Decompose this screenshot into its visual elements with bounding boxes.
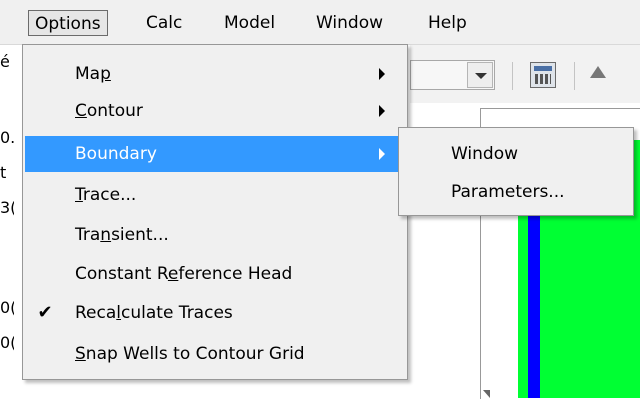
left-fragment: é	[0, 52, 10, 71]
left-fragment: 0(	[0, 298, 14, 317]
submenu-item-parameters[interactable]: Parameters...	[401, 174, 631, 210]
menu-model[interactable]: Model	[218, 10, 281, 36]
menu-item-recalculate-traces[interactable]: ✔ Recalculate Traces	[25, 295, 405, 331]
menu-item-label: Transient...	[75, 225, 169, 245]
menu-item-label: Snap Wells to Contour Grid	[75, 344, 305, 364]
options-menu: Map Contour Boundary Trace... Transient.…	[22, 44, 408, 380]
menu-options[interactable]: Options	[28, 10, 108, 36]
submenu-arrow-icon	[379, 105, 385, 117]
menu-item-label: Map	[75, 64, 111, 84]
toolbar-separator	[574, 62, 575, 90]
submenu-item-label: Parameters...	[451, 182, 565, 202]
menu-item-constant-reference-head[interactable]: Constant Reference Head	[25, 256, 405, 292]
menu-item-label: Recalculate Traces	[75, 303, 233, 323]
toolbar-separator	[512, 62, 513, 90]
left-fragment: 0.	[0, 128, 14, 147]
left-fragment: 0(	[0, 333, 14, 352]
menu-item-trace[interactable]: Trace...	[25, 177, 405, 213]
menu-item-label: Constant Reference Head	[75, 264, 293, 284]
menu-item-snap-wells[interactable]: Snap Wells to Contour Grid	[25, 336, 405, 372]
menu-item-contour[interactable]: Contour	[25, 93, 405, 129]
menu-calc[interactable]: Calc	[140, 10, 188, 36]
menu-window[interactable]: Window	[310, 10, 389, 36]
up-arrow-icon[interactable]	[590, 66, 606, 78]
left-fragment: t	[0, 163, 7, 182]
menu-item-boundary[interactable]: Boundary	[25, 136, 405, 172]
calculator-icon[interactable]	[530, 62, 556, 88]
toolbar-dropdown[interactable]	[410, 60, 495, 90]
submenu-arrow-icon	[379, 68, 385, 80]
menu-item-transient[interactable]: Transient...	[25, 217, 405, 253]
menu-item-label: Contour	[75, 101, 143, 121]
menu-item-map[interactable]: Map	[25, 56, 405, 92]
menu-item-label: Boundary	[75, 144, 157, 164]
checkmark-icon: ✔	[37, 302, 53, 323]
submenu-arrow-icon	[379, 148, 385, 160]
chevron-down-icon[interactable]	[467, 62, 493, 88]
menu-help[interactable]: Help	[422, 10, 473, 36]
resize-grip-icon	[483, 390, 490, 398]
left-fragment: 3(	[0, 198, 14, 217]
menu-item-label: Trace...	[75, 185, 137, 205]
submenu-item-window[interactable]: Window	[401, 136, 631, 172]
submenu-item-label: Window	[451, 144, 519, 164]
boundary-bar	[528, 215, 540, 398]
boundary-submenu: Window Parameters...	[398, 127, 634, 216]
menu-bar: Options Calc Model Window Help	[0, 0, 640, 45]
